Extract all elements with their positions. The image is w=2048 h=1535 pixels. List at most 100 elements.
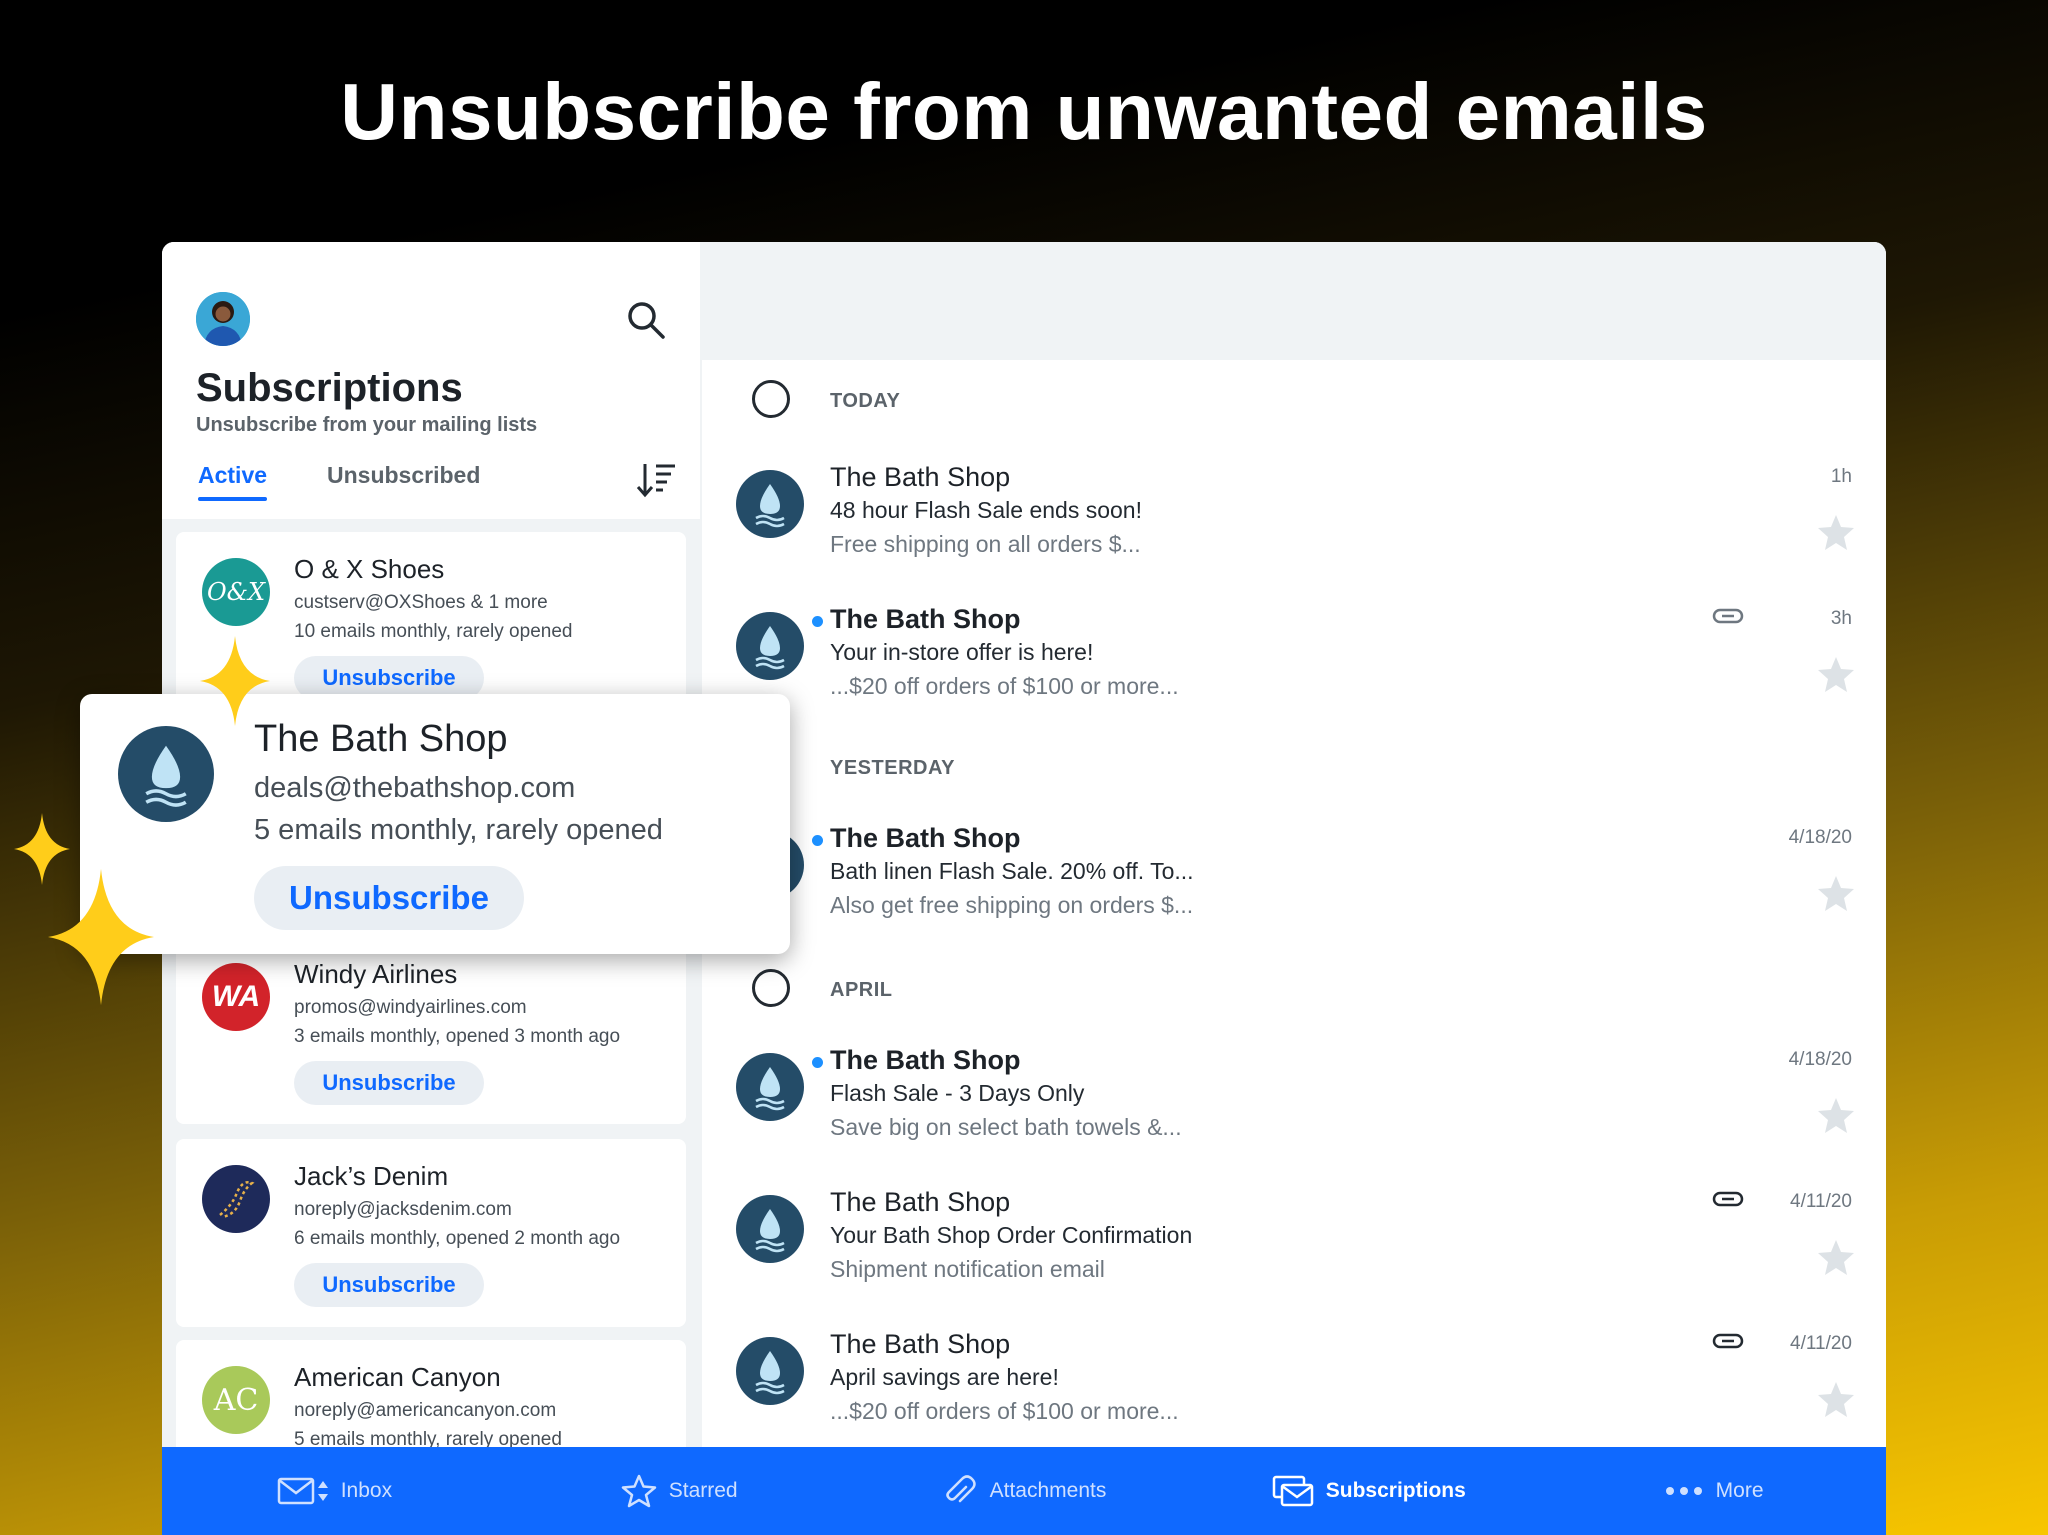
section-yesterday: YESTERDAY The Bath Shop Bath linen Flash…	[702, 727, 1886, 937]
star-icon[interactable]	[1816, 1095, 1856, 1135]
section-april: APRIL The Bath Shop Flash Sale - 3 Days …	[702, 949, 1886, 1447]
sparkle-icon	[48, 868, 154, 1006]
message-sender: The Bath Shop	[830, 462, 1011, 492]
star-icon[interactable]	[1816, 1237, 1856, 1277]
subscription-card: Jack’s Denim noreply@jacksdenim.com 6 em…	[176, 1139, 686, 1327]
tab-unsubscribed[interactable]: Unsubscribed	[327, 462, 480, 489]
message-sender: The Bath Shop	[830, 1045, 1021, 1075]
nav-label: Attachments	[989, 1479, 1107, 1502]
message-date: 1h	[1830, 466, 1852, 487]
card-name: O & X Shoes	[294, 554, 445, 584]
card-name: The Bath Shop	[254, 718, 508, 760]
card-name: American Canyon	[294, 1362, 501, 1392]
message-sender: The Bath Shop	[830, 1187, 1011, 1217]
star-icon[interactable]	[1816, 873, 1856, 913]
nav-attachments[interactable]: Attachments	[852, 1447, 1197, 1535]
card-frequency: 6 emails monthly, opened 2 month ago	[294, 1228, 621, 1249]
star-icon[interactable]	[1816, 512, 1856, 552]
message-preview: Shipment notification email	[830, 1256, 1105, 1282]
unsubscribe-button[interactable]: Unsubscribe	[294, 1263, 484, 1307]
bath-shop-logo	[736, 612, 804, 680]
bath-shop-logo	[736, 1053, 804, 1121]
page-title: Subscriptions	[196, 366, 463, 410]
message-preview: Save big on select bath towels &...	[830, 1114, 1182, 1140]
message-row[interactable]: The Bath Shop Flash Sale - 3 Days Only S…	[702, 1023, 1886, 1163]
nav-label: Starred	[668, 1479, 738, 1502]
nav-starred[interactable]: Starred	[507, 1447, 852, 1535]
attachment-icon	[1712, 1331, 1744, 1351]
star-icon	[621, 1474, 657, 1508]
attachment-icon	[1712, 1189, 1744, 1209]
unread-dot	[812, 835, 823, 846]
message-row[interactable]: The Bath Shop Bath linen Flash Sale. 20%…	[702, 801, 1886, 941]
subscriptions-icon	[1272, 1475, 1314, 1507]
more-dots-icon	[1664, 1485, 1704, 1497]
nav-label: Subscriptions	[1325, 1479, 1466, 1502]
bath-shop-logo	[736, 1195, 804, 1263]
select-section-radio[interactable]	[752, 969, 790, 1007]
message-sender: The Bath Shop	[830, 823, 1021, 853]
message-list-panel: TODAY The Bath Shop 48 hour Flash Sale e…	[702, 242, 1886, 1447]
sparkle-icon	[200, 636, 270, 726]
tab-active[interactable]: Active	[198, 462, 268, 501]
bath-shop-logo	[118, 726, 214, 822]
nav-subscriptions[interactable]: Subscriptions	[1196, 1447, 1541, 1535]
card-frequency: 3 emails monthly, opened 3 month ago	[294, 1026, 621, 1047]
message-preview: Free shipping on all orders $...	[830, 531, 1141, 557]
nav-label: Inbox	[340, 1479, 393, 1502]
message-date: 3h	[1830, 608, 1852, 629]
message-subject: 48 hour Flash Sale ends soon!	[830, 497, 1142, 523]
message-preview: Also get free shipping on orders $...	[830, 892, 1194, 918]
star-icon[interactable]	[1816, 654, 1856, 694]
avatar[interactable]	[196, 292, 250, 346]
attachment-icon	[1712, 606, 1744, 626]
nav-more[interactable]: More	[1541, 1447, 1886, 1535]
card-email: deals@thebathshop.com	[254, 772, 576, 804]
message-sender: The Bath Shop	[830, 1329, 1011, 1359]
sort-icon[interactable]	[636, 460, 678, 500]
section-label: TODAY	[830, 390, 901, 412]
card-name: Jack’s Denim	[294, 1161, 449, 1191]
card-email: noreply@jacksdenim.com	[294, 1199, 512, 1220]
message-subject: April savings are here!	[830, 1364, 1059, 1390]
subscriptions-header: Subscriptions Unsubscribe from your mail…	[162, 242, 700, 519]
bath-shop-logo	[736, 470, 804, 538]
section-label: APRIL	[830, 979, 893, 1001]
star-icon[interactable]	[1816, 1379, 1856, 1419]
paperclip-icon	[942, 1473, 978, 1509]
message-subject: Your Bath Shop Order Confirmation	[830, 1222, 1193, 1248]
select-section-radio[interactable]	[752, 380, 790, 418]
nav-label: More	[1715, 1479, 1764, 1502]
search-icon[interactable]	[624, 298, 668, 342]
card-email: promos@windyairlines.com	[294, 997, 527, 1018]
unsubscribe-button[interactable]: Unsubscribe	[294, 1061, 484, 1105]
section-label: YESTERDAY	[830, 757, 955, 779]
bottom-nav: Inbox Starred Attachments Subscriptions …	[162, 1447, 1886, 1535]
message-row[interactable]: The Bath Shop April savings are here! ..…	[702, 1307, 1886, 1447]
message-row[interactable]: The Bath Shop Your Bath Shop Order Confi…	[702, 1165, 1886, 1305]
message-date: 4/18/20	[1788, 1049, 1852, 1070]
page-subtitle: Unsubscribe from your mailing lists	[196, 414, 538, 436]
windy-airlines-logo: WA	[202, 963, 270, 1031]
message-date: 4/11/20	[1790, 1191, 1852, 1212]
message-subject: Bath linen Flash Sale. 20% off. To...	[830, 858, 1194, 884]
unread-dot	[812, 616, 823, 627]
card-email: noreply@americancanyon.com	[294, 1400, 557, 1421]
card-frequency: 10 emails monthly, rarely opened	[294, 621, 573, 642]
message-row[interactable]: The Bath Shop Your in-store offer is her…	[702, 582, 1886, 722]
unsubscribe-button[interactable]: Unsubscribe	[254, 866, 524, 930]
message-subject: Your in-store offer is here!	[830, 639, 1094, 665]
message-list-header	[702, 242, 1886, 360]
inbox-icon	[277, 1476, 329, 1506]
message-sender: The Bath Shop	[830, 604, 1021, 634]
subscription-card: WA Windy Airlines promos@windyairlines.c…	[176, 937, 686, 1124]
american-canyon-logo: AC	[202, 1366, 270, 1434]
highlighted-subscription-card: The Bath Shop deals@thebathshop.com 5 em…	[80, 694, 790, 954]
message-row[interactable]: The Bath Shop 48 hour Flash Sale ends so…	[702, 440, 1886, 580]
nav-inbox[interactable]: Inbox	[162, 1447, 507, 1535]
ox-shoes-logo: O&X	[202, 558, 270, 626]
card-email: custserv@OXShoes & 1 more	[294, 592, 548, 613]
headline: Unsubscribe from unwanted emails	[340, 67, 1708, 156]
message-date: 4/11/20	[1790, 1333, 1852, 1354]
message-subject: Flash Sale - 3 Days Only	[830, 1080, 1085, 1106]
